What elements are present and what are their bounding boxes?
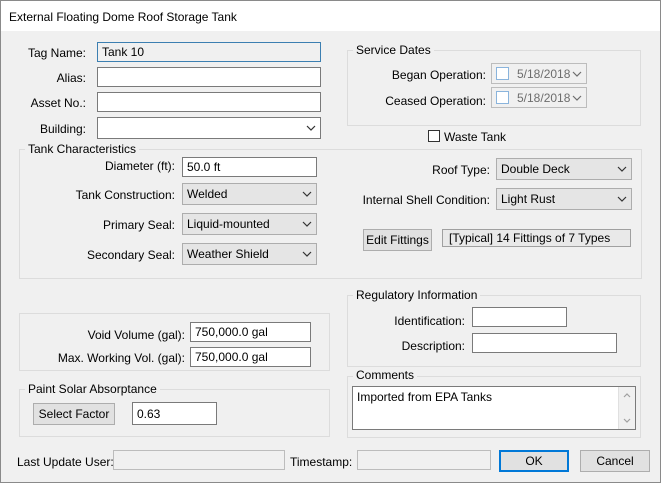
tag-name-label: Tag Name: xyxy=(27,46,86,60)
shell-condition-label: Internal Shell Condition: xyxy=(362,193,490,207)
edit-fittings-button[interactable]: Edit Fittings xyxy=(363,229,432,251)
began-operation-datepicker[interactable]: 5/18/2018 xyxy=(491,63,587,84)
timestamp-label: Timestamp: xyxy=(290,455,353,469)
tank-construction-dropdown[interactable]: Welded xyxy=(182,183,317,205)
void-volume-label: Void Volume (gal): xyxy=(87,328,185,342)
comments-textarea[interactable]: Imported from EPA Tanks xyxy=(352,386,636,430)
secondary-seal-dropdown[interactable]: Weather Shield xyxy=(182,243,317,265)
service-dates-title: Service Dates xyxy=(353,43,434,57)
tank-construction-value: Welded xyxy=(187,187,228,201)
chevron-down-icon xyxy=(306,125,316,131)
window-title: External Floating Dome Roof Storage Tank xyxy=(9,10,237,24)
alias-field[interactable] xyxy=(97,67,321,87)
paint-title: Paint Solar Absorptance xyxy=(25,382,160,396)
last-update-user-label: Last Update User: xyxy=(17,455,114,469)
cancel-button[interactable]: Cancel xyxy=(580,450,650,472)
diameter-label: Diameter (ft): xyxy=(104,159,175,173)
waste-tank-label: Waste Tank xyxy=(444,130,507,144)
diameter-field[interactable]: 50.0 ft xyxy=(182,157,317,177)
primary-seal-value: Liquid-mounted xyxy=(187,217,270,231)
chevron-down-icon xyxy=(617,196,627,202)
chevron-down-icon xyxy=(617,166,627,172)
primary-seal-label: Primary Seal: xyxy=(102,218,175,232)
comments-text: Imported from EPA Tanks xyxy=(357,390,492,404)
scroll-down-arrow-icon[interactable] xyxy=(622,417,632,425)
chevron-down-icon xyxy=(302,221,312,227)
ok-button[interactable]: OK xyxy=(499,450,569,472)
asset-no-label: Asset No.: xyxy=(30,96,86,110)
description-label: Description: xyxy=(401,339,465,353)
identification-label: Identification: xyxy=(394,314,465,328)
dialog-window: External Floating Dome Roof Storage Tank… xyxy=(0,0,661,483)
title-bar: External Floating Dome Roof Storage Tank xyxy=(1,1,660,31)
building-dropdown[interactable] xyxy=(97,117,321,139)
fittings-summary: [Typical] 14 Fittings of 7 Types xyxy=(442,229,631,247)
select-factor-button[interactable]: Select Factor xyxy=(33,403,115,425)
shell-condition-value: Light Rust xyxy=(501,192,556,206)
comments-scrollbar[interactable] xyxy=(618,387,635,429)
identification-field[interactable] xyxy=(472,307,567,327)
began-operation-value: 5/18/2018 xyxy=(517,67,571,81)
began-operation-label: Began Operation: xyxy=(391,68,486,82)
max-working-volume-field[interactable]: 750,000.0 gal xyxy=(190,347,311,367)
chevron-down-icon xyxy=(572,71,582,77)
ceased-operation-datepicker[interactable]: 5/18/2018 xyxy=(491,87,587,108)
scroll-up-arrow-icon[interactable] xyxy=(622,391,632,399)
comments-title: Comments xyxy=(353,368,418,382)
timestamp-field xyxy=(357,450,491,470)
max-working-volume-label: Max. Working Vol. (gal): xyxy=(57,351,185,365)
shell-condition-dropdown[interactable]: Light Rust xyxy=(496,188,632,210)
asset-no-field[interactable] xyxy=(97,92,321,112)
roof-type-dropdown[interactable]: Double Deck xyxy=(496,158,632,180)
ceased-operation-checkbox[interactable] xyxy=(496,91,509,104)
last-update-user-field xyxy=(113,450,285,470)
void-volume-field[interactable]: 750,000.0 gal xyxy=(190,322,311,342)
alias-label: Alias: xyxy=(56,71,86,85)
began-operation-checkbox[interactable] xyxy=(496,67,509,80)
ceased-operation-label: Ceased Operation: xyxy=(385,94,486,108)
chevron-down-icon xyxy=(302,251,312,257)
secondary-seal-label: Secondary Seal: xyxy=(86,248,175,262)
description-field[interactable] xyxy=(472,333,617,353)
tag-name-field[interactable]: Tank 10 xyxy=(97,42,321,62)
chevron-down-icon xyxy=(572,95,582,101)
building-label: Building: xyxy=(39,122,86,136)
roof-type-label: Roof Type: xyxy=(432,163,490,177)
waste-tank-checkbox[interactable] xyxy=(428,130,440,142)
primary-seal-dropdown[interactable]: Liquid-mounted xyxy=(182,213,317,235)
paint-factor-field[interactable]: 0.63 xyxy=(132,402,217,425)
regulatory-title: Regulatory Information xyxy=(353,288,481,302)
chevron-down-icon xyxy=(302,191,312,197)
secondary-seal-value: Weather Shield xyxy=(187,247,269,261)
tank-characteristics-title: Tank Characteristics xyxy=(25,142,140,156)
ceased-operation-value: 5/18/2018 xyxy=(517,91,571,105)
roof-type-value: Double Deck xyxy=(501,162,570,176)
tank-construction-label: Tank Construction: xyxy=(75,188,175,202)
regulatory-group xyxy=(347,295,641,367)
